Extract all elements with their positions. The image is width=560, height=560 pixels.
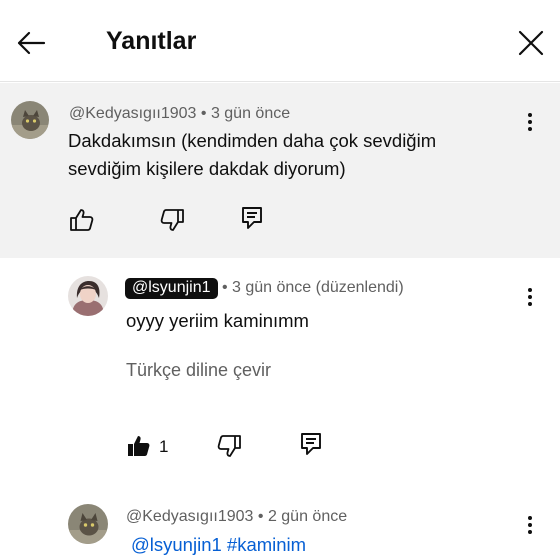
avatar[interactable]	[68, 504, 108, 544]
comment-author[interactable]: @Kedyasıgıı1903	[126, 508, 253, 525]
close-icon	[518, 30, 544, 56]
thumb-up-icon	[70, 209, 94, 231]
avatar[interactable]	[11, 101, 49, 139]
comment-meta: @Kedyasıgıı1903 • 2 gün önce	[126, 508, 347, 526]
comment-text: Dakdakımsın (kendimden daha çok sevdiğim…	[68, 127, 436, 183]
comment-time: • 2 gün önce	[257, 508, 348, 525]
more-options-button[interactable]	[518, 282, 542, 312]
comment-text-line: sevdiğim kişilere dakdak diyorum)	[68, 158, 346, 179]
comment-time: • 3 gün önce (düzenlendi)	[221, 279, 404, 296]
more-vert-icon	[528, 113, 532, 117]
comment-text-line: Dakdakımsın (kendimden daha çok sevdiğim	[68, 130, 437, 151]
like-button[interactable]	[124, 431, 154, 461]
more-vert-icon	[528, 516, 532, 520]
avatar[interactable]	[68, 276, 108, 316]
comment-reply-icon	[242, 207, 262, 229]
parent-comment: @Kedyasıgıı1903 • 3 gün önce Dakdakımsın…	[0, 83, 560, 258]
page-title: Yanıtlar	[106, 27, 197, 55]
more-options-button[interactable]	[518, 510, 542, 540]
reply-comment: @lsyunjin1 • 3 gün önce (düzenlendi) oyy…	[0, 262, 560, 490]
hashtag-link[interactable]: #kaminim	[227, 534, 306, 555]
comment-author-chip[interactable]: @lsyunjin1	[125, 278, 218, 299]
reply-button[interactable]	[237, 203, 267, 233]
comment-meta: @lsyunjin1 • 3 gün önce (düzenlendi)	[125, 278, 404, 299]
reply-comment: @Kedyasıgıı1903 • 2 gün önce @lsyunjin1 …	[0, 490, 560, 560]
arrow-left-icon	[17, 31, 46, 55]
comment-time: • 3 gün önce	[200, 105, 291, 122]
thumb-down-icon	[217, 435, 241, 457]
replies-header: Yanıtlar	[0, 0, 560, 82]
comment-text: @lsyunjin1 #kaminim	[131, 531, 306, 559]
close-button[interactable]	[512, 24, 550, 62]
reply-button[interactable]	[296, 429, 326, 459]
comment-author[interactable]: @Kedyasıgıı1903	[69, 105, 196, 122]
dislike-button[interactable]	[157, 205, 187, 235]
dislike-button[interactable]	[214, 431, 244, 461]
back-button[interactable]	[12, 24, 50, 62]
like-count: 1	[159, 437, 169, 456]
comment-reply-icon	[301, 433, 321, 455]
more-options-button[interactable]	[518, 107, 542, 137]
translate-link[interactable]: Türkçe diline çevir	[126, 360, 271, 381]
thumb-up-filled-icon	[128, 436, 150, 456]
thumb-down-icon	[160, 209, 184, 231]
comment-meta: @Kedyasıgıı1903 • 3 gün önce	[69, 105, 290, 123]
like-button[interactable]	[67, 205, 97, 235]
mention-link[interactable]: @lsyunjin1	[131, 534, 222, 555]
comment-text: oyyy yeriim kaminımm	[126, 310, 309, 331]
more-vert-icon	[528, 288, 532, 292]
